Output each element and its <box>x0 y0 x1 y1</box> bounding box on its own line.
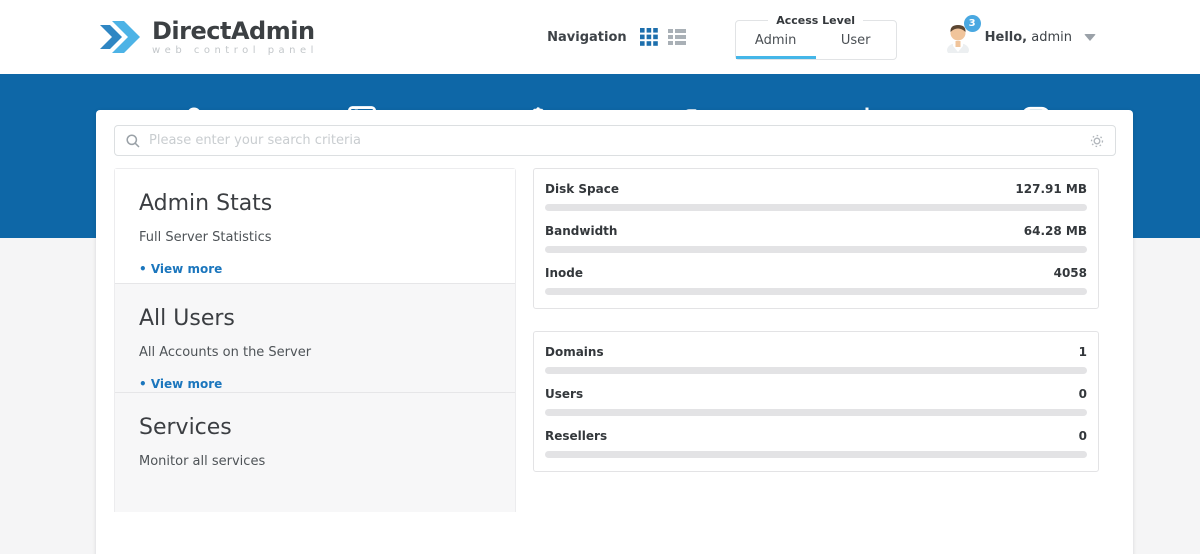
accounts-stats-card: Domains 1 Users 0 Resellers 0 <box>533 331 1099 472</box>
chevron-down-icon[interactable] <box>1084 34 1096 41</box>
access-level-switch: Access Level Admin User <box>735 14 897 60</box>
list-view-icon[interactable] <box>667 27 687 47</box>
section-title: Admin Stats <box>139 191 491 216</box>
stat-row-inode: Inode 4058 <box>545 258 1087 300</box>
directadmin-logo[interactable]: DirectAdmin web control panel <box>100 17 318 57</box>
progress-bar <box>545 246 1087 253</box>
logo-subtitle: web control panel <box>152 46 318 56</box>
stat-value: 4058 <box>1054 266 1087 280</box>
stat-value: 64.28 MB <box>1024 224 1087 238</box>
content-card: Admin Stats Full Server Statistics • Vie… <box>96 110 1133 554</box>
progress-bar <box>545 367 1087 374</box>
stat-row-users: Users 0 <box>545 379 1087 421</box>
username: admin <box>1031 30 1072 45</box>
section-subtitle: Full Server Statistics <box>139 230 491 245</box>
stat-label: Inode <box>545 266 583 280</box>
search-settings-gear-icon[interactable] <box>1089 133 1105 153</box>
progress-bar <box>545 288 1087 295</box>
stat-row-domains: Domains 1 <box>545 337 1087 379</box>
progress-bar <box>545 451 1087 458</box>
progress-bar <box>545 409 1087 416</box>
top-header: DirectAdmin web control panel Navigation <box>0 0 1200 74</box>
section-title: All Users <box>139 306 491 331</box>
navigation-label: Navigation <box>547 30 627 45</box>
logo-title: DirectAdmin <box>152 19 318 43</box>
section-subtitle: Monitor all services <box>139 454 491 469</box>
logo-chevrons-icon <box>100 17 144 57</box>
notification-badge[interactable]: 3 <box>964 15 981 32</box>
view-more-link[interactable]: • View more <box>139 262 491 276</box>
section-services[interactable]: Services Monitor all services <box>115 392 515 512</box>
section-subtitle: All Accounts on the Server <box>139 345 491 360</box>
access-level-legend: Access Level <box>768 14 863 27</box>
section-title: Services <box>139 415 491 440</box>
section-admin-stats[interactable]: Admin Stats Full Server Statistics • Vie… <box>115 169 515 283</box>
stat-label: Resellers <box>545 429 607 443</box>
stat-label: Users <box>545 387 583 401</box>
stat-row-bandwidth: Bandwidth 64.28 MB <box>545 216 1087 258</box>
stat-label: Disk Space <box>545 182 619 196</box>
stat-row-resellers: Resellers 0 <box>545 421 1087 463</box>
stat-value: 0 <box>1079 429 1087 443</box>
dashboard-section-list: Admin Stats Full Server Statistics • Vie… <box>114 168 516 512</box>
view-more-link[interactable]: • View more <box>139 377 491 391</box>
stat-row-disk-space: Disk Space 127.91 MB <box>545 174 1087 216</box>
usage-stats-card: Disk Space 127.91 MB Bandwidth 64.28 MB … <box>533 168 1099 309</box>
greeting-word: Hello, <box>985 30 1027 45</box>
grid-view-icon[interactable] <box>639 27 659 47</box>
search-icon <box>125 133 141 153</box>
stat-label: Domains <box>545 345 604 359</box>
progress-bar <box>545 204 1087 211</box>
search-input[interactable] <box>149 133 1081 148</box>
stats-column: Disk Space 127.91 MB Bandwidth 64.28 MB … <box>533 168 1099 472</box>
tab-user[interactable]: User <box>816 27 896 59</box>
user-menu[interactable]: 3 Hello, admin <box>943 21 1096 53</box>
search-bar <box>114 125 1116 156</box>
stat-label: Bandwidth <box>545 224 617 238</box>
stat-value: 1 <box>1079 345 1087 359</box>
tab-admin[interactable]: Admin <box>736 27 816 59</box>
stat-value: 0 <box>1079 387 1087 401</box>
user-greeting: Hello, admin <box>985 30 1072 45</box>
section-all-users[interactable]: All Users All Accounts on the Server • V… <box>115 283 515 392</box>
stat-value: 127.91 MB <box>1015 182 1087 196</box>
